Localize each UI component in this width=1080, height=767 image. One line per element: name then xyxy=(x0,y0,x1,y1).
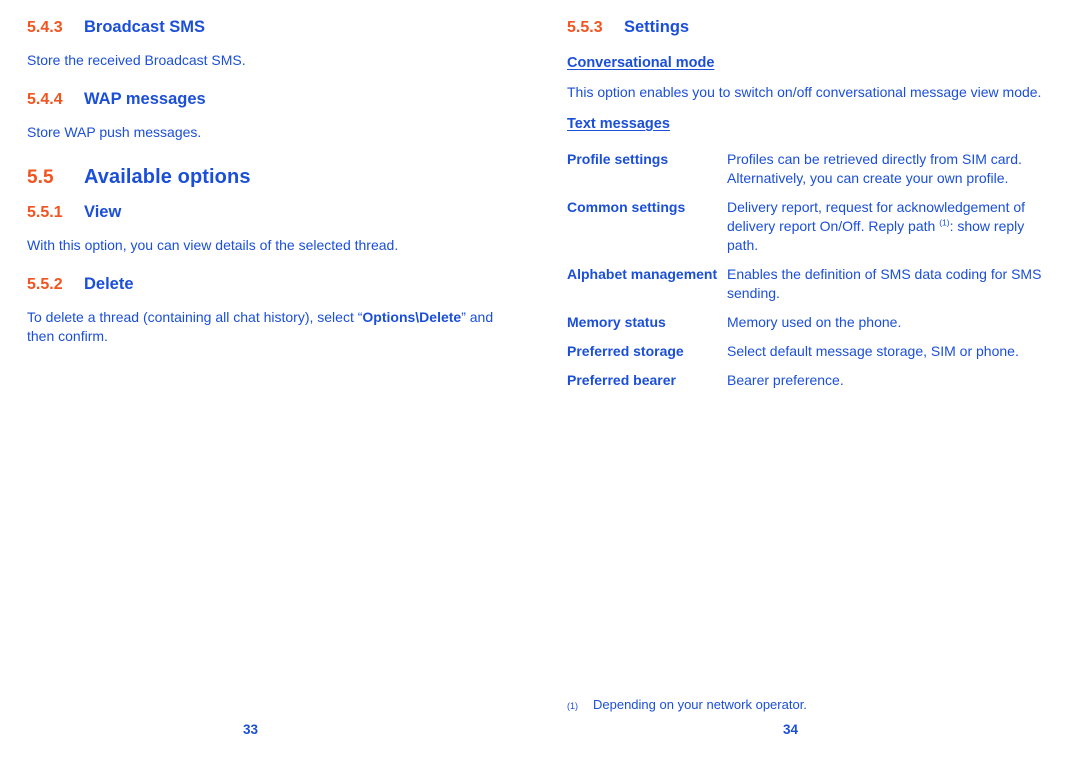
page-number-left: 33 xyxy=(243,722,259,737)
subhead-text-messages-wrap: Text messages xyxy=(567,114,1050,134)
setting-term: Preferred storage xyxy=(567,343,684,359)
setting-description: Delivery report, request for acknowledge… xyxy=(727,198,1050,255)
settings-row: Common settings Delivery report, request… xyxy=(567,198,1050,255)
settings-definition-list: Profile settings Profiles can be retriev… xyxy=(567,150,1050,390)
page-number-right: 34 xyxy=(783,722,799,737)
setting-term: Alphabet management xyxy=(567,266,718,282)
delete-text-before: To delete a thread (containing all chat … xyxy=(27,309,363,325)
setting-term: Profile settings xyxy=(567,151,669,167)
footnote-marker: (1) xyxy=(567,701,578,711)
heading-5-5-1: 5.5.1 View xyxy=(27,201,510,224)
paragraph-wap-messages: Store WAP push messages. xyxy=(27,124,202,140)
footnote-text: Depending on your network operator. xyxy=(593,697,807,712)
settings-row: Preferred storage Select default message… xyxy=(567,342,1050,361)
setting-description: Profiles can be retrieved directly from … xyxy=(727,151,1022,186)
footnote-reference: (1) xyxy=(939,217,950,228)
footnote: (1) Depending on your network operator. xyxy=(567,696,807,715)
settings-row: Memory status Memory used on the phone. xyxy=(567,313,1050,332)
subhead-conversational-mode: Conversational mode xyxy=(567,55,715,71)
paragraph-broadcast-sms: Store the received Broadcast SMS. xyxy=(27,52,246,68)
heading-title: WAP messages xyxy=(84,90,206,108)
settings-row: Preferred bearer Bearer preference. xyxy=(567,371,1050,390)
heading-5-4-3: 5.4.3 Broadcast SMS xyxy=(27,16,510,39)
heading-title: View xyxy=(84,203,122,221)
page-right: 5.5.3 Settings Conversational mode This … xyxy=(540,0,1080,767)
heading-5-5-3: 5.5.3 Settings xyxy=(567,16,1050,39)
heading-number: 5.4.4 xyxy=(27,91,63,108)
setting-term: Memory status xyxy=(567,314,666,330)
heading-5-4-4: 5.4.4 WAP messages xyxy=(27,88,510,111)
setting-description: Memory used on the phone. xyxy=(727,314,902,330)
heading-5-5-2: 5.5.2 Delete xyxy=(27,273,510,296)
paragraph-view: With this option, you can view details o… xyxy=(27,237,399,253)
subhead-text-messages: Text messages xyxy=(567,116,670,132)
setting-term: Preferred bearer xyxy=(567,372,676,388)
heading-number: 5.5 xyxy=(27,167,54,188)
heading-title: Broadcast SMS xyxy=(84,18,206,36)
setting-term: Common settings xyxy=(567,199,686,215)
heading-number: 5.4.3 xyxy=(27,19,63,36)
subhead-conversational-mode-wrap: Conversational mode xyxy=(567,53,1050,73)
page-left: 5.4.3 Broadcast SMS Store the received B… xyxy=(0,0,540,767)
setting-description: Bearer preference. xyxy=(727,372,844,388)
heading-number: 5.5.1 xyxy=(27,204,63,221)
heading-title: Available options xyxy=(84,166,251,188)
delete-menu-path: Options\Delete xyxy=(362,309,462,325)
heading-title: Settings xyxy=(624,18,690,36)
heading-number: 5.5.3 xyxy=(567,19,603,36)
setting-description: Enables the definition of SMS data codin… xyxy=(727,266,1042,301)
settings-row: Profile settings Profiles can be retriev… xyxy=(567,150,1050,188)
manual-page-spread: 5.4.3 Broadcast SMS Store the received B… xyxy=(0,0,1080,767)
page-left-content: 5.4.3 Broadcast SMS Store the received B… xyxy=(27,16,510,346)
heading-5-5: 5.5 Available options xyxy=(27,164,510,191)
settings-row: Alphabet management Enables the definiti… xyxy=(567,265,1050,303)
heading-number: 5.5.2 xyxy=(27,276,63,293)
heading-title: Delete xyxy=(84,275,134,293)
page-right-content: 5.5.3 Settings Conversational mode This … xyxy=(567,16,1050,390)
paragraph-conversational-mode: This option enables you to switch on/off… xyxy=(567,84,1042,100)
paragraph-delete: To delete a thread (containing all chat … xyxy=(27,308,510,346)
setting-description: Select default message storage, SIM or p… xyxy=(727,343,1019,359)
